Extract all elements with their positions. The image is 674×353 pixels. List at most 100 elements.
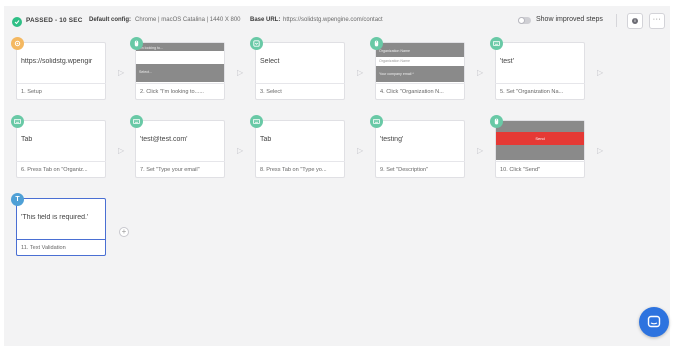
step-divider [255,83,345,84]
flow-arrow-icon: ▷ [477,68,484,77]
step-body: Tab [16,120,106,161]
thumb-text: I'm looking to... [139,46,164,50]
default-config-value: Chrome | macOS Catalina | 1440 X 800 [135,17,241,23]
step-body: 'This field is required.' [16,198,106,239]
click-icon [130,37,143,50]
step-value: 'test' [500,58,514,65]
toggle-knob [518,17,525,24]
step-divider [16,83,106,84]
test-results-panel: PASSED - 10 SEC Default config: Chrome |… [4,6,670,346]
step-caption: 4. Click "Organization N... [380,89,444,95]
thumb-send-text: Send [535,136,545,141]
more-dots-icon: ··· [652,16,662,23]
step-screenshot-thumbnail: I'm looking to... Select... [136,43,224,82]
text-validation-letter: T [15,196,20,203]
step-divider [255,161,345,162]
flow-arrow-icon: ▷ [597,146,604,155]
step-body: Tab [255,120,345,161]
thumb-text: Organization Name [379,59,410,63]
step-value: 'test@test.com' [140,136,188,143]
step-value: 'testing' [380,136,404,143]
flow-arrow-icon: ▷ [597,68,604,77]
step-card[interactable]: https://solidstg.wpengir 1. Setup [11,37,106,100]
thumb-text: Your company email * [379,72,414,76]
step-card[interactable]: Select 3. Select [250,37,345,100]
base-url-label: Base URL: [250,17,281,23]
step-value: Tab [21,136,33,143]
step-body: 'test@test.com' [135,120,225,161]
step-caption: 5. Set "Organization Na... [500,89,564,95]
step-body: I'm looking to... Select... [135,42,225,83]
flow-arrow-icon: ▷ [237,68,244,77]
header-divider [616,14,617,27]
step-card[interactable]: Organization Name Organization Name Your c… [370,37,465,100]
step-caption: 2. Click "I'm looking to...... [140,89,204,95]
step-body: Select [255,42,345,83]
step-card[interactable]: Tab 6. Press Tab on "Organiz... [11,115,106,178]
step-body: 'testing' [375,120,465,161]
step-divider [495,161,585,162]
step-caption: 7. Set "Type your email" [140,167,200,173]
step-screenshot-thumbnail: Send [496,121,584,160]
keyboard-icon [250,115,263,128]
chat-support-button[interactable] [639,307,669,337]
step-caption: 11. Text Validation [21,245,66,251]
info-button[interactable]: i [627,13,643,29]
step-divider [16,161,106,162]
show-improved-steps-label[interactable]: Show improved steps [536,16,603,23]
flow-arrow-icon: ▷ [118,146,125,155]
more-options-button[interactable]: ··· [649,13,665,29]
run-status: PASSED - 10 SEC [26,17,83,24]
click-icon [370,37,383,50]
step-card[interactable]: 'This field is required.' 11. Text Valida… [11,193,106,256]
text-validation-icon: T [11,193,24,206]
step-card[interactable]: Send 10. Click "Send" [490,115,585,178]
step-divider [495,83,585,84]
flow-arrow-icon: ▷ [357,146,364,155]
add-step-button[interactable]: + [119,227,129,237]
step-value: Tab [260,136,272,143]
keyboard-icon [370,115,383,128]
step-divider [135,161,225,162]
step-body: Send [495,120,585,161]
base-url-value[interactable]: https://solidstg.wpengine.com/contact [283,17,383,23]
step-divider [375,83,465,84]
step-caption: 10. Click "Send" [500,167,541,173]
step-card[interactable]: I'm looking to... Select... 2. Click "I'm … [130,37,225,100]
step-body: https://solidstg.wpengir [16,42,106,83]
flow-arrow-icon: ▷ [118,68,125,77]
info-icon: i [632,18,638,24]
flow-arrow-icon: ▷ [477,146,484,155]
step-card[interactable]: Tab 8. Press Tab on "Type yo... [250,115,345,178]
thumb-field [136,51,224,64]
step-card[interactable]: 'testing' 9. Set "Description" [370,115,465,178]
step-divider [135,83,225,84]
step-screenshot-thumbnail: Organization Name Organization Name Your c… [376,43,464,82]
thumb-text: Organization Name [379,49,410,53]
step-card[interactable]: 'test' 5. Set "Organization Na... [490,37,585,100]
default-config-label: Default config: [89,17,131,23]
flow-arrow-icon: ▷ [237,146,244,155]
step-value: https://solidstg.wpengir [21,58,93,65]
step-card[interactable]: 'test@test.com' 7. Set "Type your email" [130,115,225,178]
keyboard-icon [490,37,503,50]
settings-icon [11,37,24,50]
step-caption: 1. Setup [21,89,42,95]
show-improved-steps-toggle[interactable] [518,17,531,24]
keyboard-icon [130,115,143,128]
chat-icon [647,315,661,328]
select-icon [250,37,263,50]
step-body: Organization Name Organization Name Your c… [375,42,465,83]
step-body: 'test' [495,42,585,83]
step-divider [375,161,465,162]
step-value: Select [260,58,280,65]
keyboard-icon [11,115,24,128]
click-icon [490,115,503,128]
step-divider [16,239,106,240]
flow-arrow-icon: ▷ [357,68,364,77]
step-value: 'This field is required.' [21,214,89,221]
step-caption: 9. Set "Description" [380,167,429,173]
thumb-text: Select... [139,70,152,74]
results-header: PASSED - 10 SEC Default config: Chrome |… [4,6,670,38]
step-caption: 6. Press Tab on "Organiz... [21,167,88,173]
